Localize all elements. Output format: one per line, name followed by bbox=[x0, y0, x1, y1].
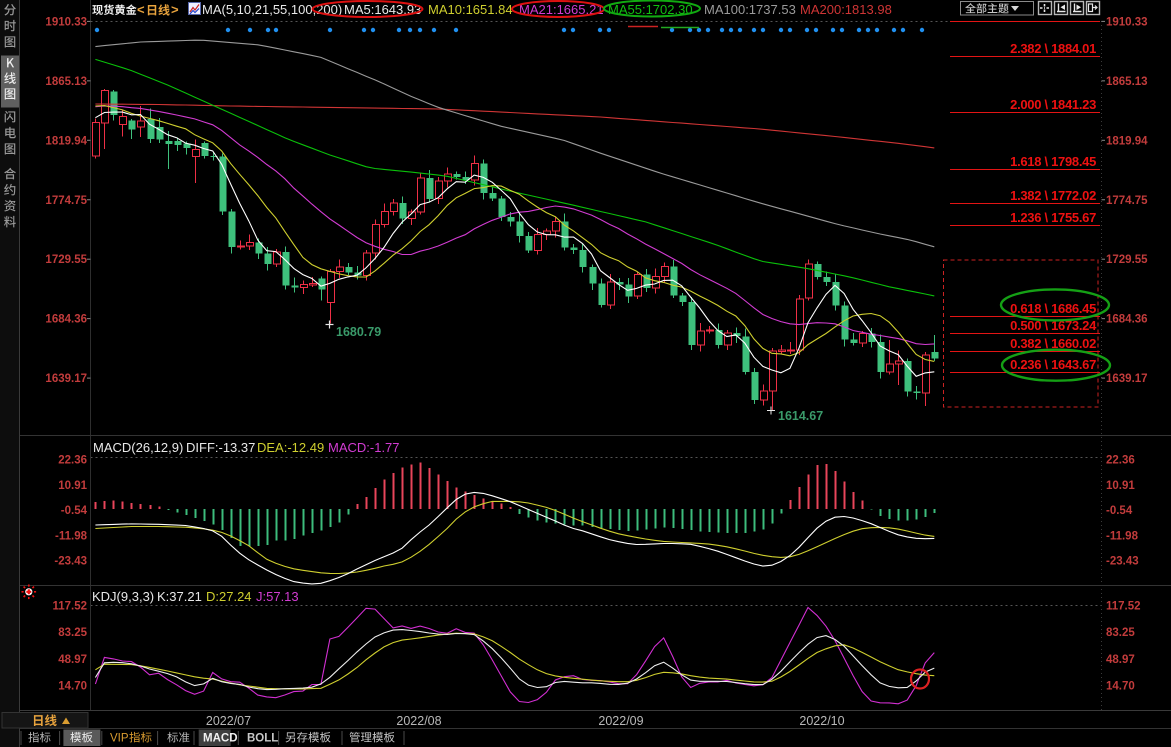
svg-text:1819.94: 1819.94 bbox=[45, 135, 87, 147]
svg-text:1.382 \ 1772.02: 1.382 \ 1772.02 bbox=[1010, 188, 1096, 203]
svg-text:2022/09: 2022/09 bbox=[598, 714, 643, 728]
svg-text:2022/10: 2022/10 bbox=[799, 714, 844, 728]
svg-text:MACD:-1.77: MACD:-1.77 bbox=[328, 440, 400, 455]
svg-text:1865.13: 1865.13 bbox=[1106, 76, 1148, 88]
svg-text:VIP: VIP bbox=[110, 733, 129, 745]
svg-text:1684.36: 1684.36 bbox=[1106, 314, 1148, 326]
svg-text:10.91: 10.91 bbox=[58, 480, 87, 492]
svg-text:83.25: 83.25 bbox=[58, 627, 87, 639]
svg-text:0.618 \ 1686.45: 0.618 \ 1686.45 bbox=[1010, 301, 1096, 316]
svg-text:1680.79: 1680.79 bbox=[336, 325, 381, 339]
svg-text:-0.54: -0.54 bbox=[61, 505, 88, 517]
svg-text:KDJ(9,3,3): KDJ(9,3,3) bbox=[92, 589, 154, 604]
svg-text:>: > bbox=[171, 2, 179, 17]
svg-text:83.25: 83.25 bbox=[1106, 627, 1135, 639]
svg-text:14.70: 14.70 bbox=[58, 680, 87, 692]
svg-text:J:57.13: J:57.13 bbox=[256, 589, 299, 604]
svg-text:1774.75: 1774.75 bbox=[1106, 195, 1148, 207]
svg-text:14.70: 14.70 bbox=[1106, 680, 1135, 692]
svg-text:1819.94: 1819.94 bbox=[1106, 135, 1148, 147]
svg-text:48.97: 48.97 bbox=[1106, 654, 1135, 666]
svg-text:1614.67: 1614.67 bbox=[778, 409, 823, 423]
svg-text:D:27.24: D:27.24 bbox=[206, 589, 252, 604]
svg-text:MA10:1651.84: MA10:1651.84 bbox=[428, 2, 513, 17]
svg-text:1.618 \ 1798.45: 1.618 \ 1798.45 bbox=[1010, 154, 1096, 169]
svg-text:-23.43: -23.43 bbox=[1106, 556, 1139, 568]
svg-text:22.36: 22.36 bbox=[58, 455, 87, 467]
svg-text:1684.36: 1684.36 bbox=[45, 314, 87, 326]
svg-text:K:37.21: K:37.21 bbox=[157, 589, 202, 604]
svg-text:MA100:1737.53: MA100:1737.53 bbox=[704, 2, 796, 17]
svg-text:MACD(26,12,9): MACD(26,12,9) bbox=[93, 440, 183, 455]
svg-text:117.52: 117.52 bbox=[52, 601, 87, 613]
svg-text:1.236 \ 1755.67: 1.236 \ 1755.67 bbox=[1010, 210, 1096, 225]
svg-text:2.382 \ 1884.01: 2.382 \ 1884.01 bbox=[1010, 41, 1096, 56]
svg-text:1729.55: 1729.55 bbox=[1106, 254, 1148, 266]
svg-text:BOLL: BOLL bbox=[247, 733, 278, 745]
svg-text:2.000 \ 1841.23: 2.000 \ 1841.23 bbox=[1010, 97, 1096, 112]
svg-text:1910.33: 1910.33 bbox=[45, 16, 87, 28]
svg-text:1639.17: 1639.17 bbox=[45, 373, 87, 385]
svg-text:10.91: 10.91 bbox=[1106, 480, 1135, 492]
svg-text:DIFF:-13.37: DIFF:-13.37 bbox=[186, 440, 255, 455]
svg-text:1865.13: 1865.13 bbox=[45, 76, 87, 88]
svg-text:1774.75: 1774.75 bbox=[45, 195, 87, 207]
svg-text:22.36: 22.36 bbox=[1106, 455, 1135, 467]
svg-text:MA200:1813.98: MA200:1813.98 bbox=[800, 2, 892, 17]
svg-text:0.236 \ 1643.67: 0.236 \ 1643.67 bbox=[1010, 357, 1096, 372]
svg-text:-11.98: -11.98 bbox=[1106, 530, 1139, 542]
svg-text:DEA:-12.49: DEA:-12.49 bbox=[257, 440, 324, 455]
svg-text:2022/07: 2022/07 bbox=[206, 714, 251, 728]
svg-text:-11.98: -11.98 bbox=[55, 530, 88, 542]
svg-text:48.97: 48.97 bbox=[58, 654, 87, 666]
svg-text:2022/08: 2022/08 bbox=[396, 714, 441, 728]
svg-text:1910.33: 1910.33 bbox=[1106, 16, 1148, 28]
svg-text:1639.17: 1639.17 bbox=[1106, 373, 1148, 385]
svg-text:-23.43: -23.43 bbox=[54, 556, 87, 568]
svg-text:MACD: MACD bbox=[203, 733, 238, 745]
svg-text:-0.54: -0.54 bbox=[1106, 505, 1133, 517]
svg-text:<: < bbox=[137, 2, 145, 17]
svg-text:1729.55: 1729.55 bbox=[45, 254, 87, 266]
svg-text:117.52: 117.52 bbox=[1106, 601, 1141, 613]
